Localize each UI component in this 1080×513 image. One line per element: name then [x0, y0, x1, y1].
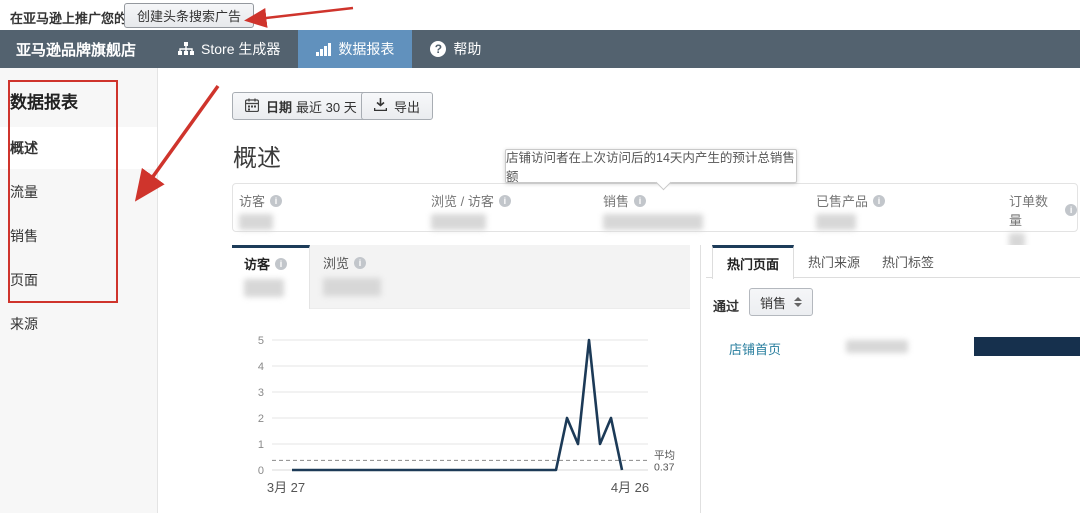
bar-chart-icon	[316, 43, 331, 56]
sales-tooltip: 店铺访问者在上次访问后的14天内产生的预计总销售额	[505, 149, 797, 183]
top-content-panel: 热门页面 热门来源 热门标签 通过 销售 店铺首页	[700, 245, 1080, 513]
info-icon[interactable]: i	[1065, 204, 1077, 216]
visitors-line-chart: 0 1 2 3 4 5 平均0.37 3月 27 4月 26	[232, 318, 692, 510]
top-page-home-link[interactable]: 店铺首页	[729, 339, 781, 358]
export-label: 导出	[394, 97, 420, 116]
sort-arrows-icon	[794, 297, 802, 307]
redacted-value	[323, 278, 381, 296]
main-navbar: 亚马逊品牌旗舰店 Store 生成器 数据报表 ? 帮助	[0, 30, 1080, 68]
metric-views-per-visitor-label: 浏览 / 访客	[431, 191, 494, 210]
metric-visitors-label: 访客	[239, 191, 265, 210]
metric-views-per-visitor: 浏览 / 访客 i	[431, 191, 511, 230]
top-panel-tab-row: 热门页面 热门来源 热门标签	[706, 245, 1080, 278]
date-value: 最近 30 天	[296, 97, 357, 116]
tab-top-sources[interactable]: 热门来源	[794, 245, 874, 278]
export-button[interactable]: 导出	[361, 92, 433, 120]
redacted-value	[603, 214, 703, 230]
create-headline-ad-button[interactable]: 创建头条搜索广告	[124, 3, 254, 28]
date-label: 日期	[266, 97, 292, 116]
top-page-sales-bar	[974, 337, 1080, 356]
sidebar-item-pages[interactable]: 页面	[0, 259, 157, 301]
sort-metric-value: 销售	[760, 293, 786, 312]
nav-item-reports[interactable]: 数据报表	[298, 30, 412, 68]
chart-tab-views-label: 浏览	[323, 253, 349, 272]
info-icon[interactable]: i	[499, 195, 511, 207]
sidebar-item-sources[interactable]: 来源	[0, 303, 157, 345]
tab-top-tags[interactable]: 热门标签	[868, 245, 948, 278]
download-icon	[374, 98, 387, 114]
redacted-value	[239, 214, 273, 230]
chart-tab-strip: 访客 i 浏览 i	[232, 245, 690, 309]
brand-title: 亚马逊品牌旗舰店	[0, 30, 152, 68]
nav-item-store-builder[interactable]: Store 生成器	[160, 30, 298, 68]
svg-text:3月 27: 3月 27	[267, 480, 305, 495]
nav-store-builder-label: Store 生成器	[201, 39, 280, 59]
redacted-value	[846, 340, 908, 353]
metrics-summary-panel: 访客 i 浏览 / 访客 i 销售 i 已售产品 i 订单数量 i	[232, 183, 1078, 232]
info-icon[interactable]: i	[873, 195, 885, 207]
sidebar-item-sales[interactable]: 销售	[0, 215, 157, 257]
help-icon: ?	[430, 41, 446, 57]
metric-sales: 销售 i	[603, 191, 703, 230]
info-icon[interactable]: i	[634, 195, 646, 207]
sidebar-title: 数据报表	[0, 68, 157, 127]
info-icon: i	[354, 257, 366, 269]
metric-orders: 订单数量 i	[1009, 191, 1077, 249]
chart-tab-visitors-label: 访客	[244, 254, 270, 273]
chart-tab-views[interactable]: 浏览 i	[311, 245, 407, 309]
sort-metric-select[interactable]: 销售	[749, 288, 813, 316]
info-icon[interactable]: i	[270, 195, 282, 207]
promo-topbar: 在亚马逊上推广您的店铺 创建头条搜索广告	[0, 0, 1080, 30]
svg-text:4: 4	[258, 361, 264, 373]
tab-top-pages[interactable]: 热门页面	[712, 245, 794, 279]
svg-text:5: 5	[258, 335, 264, 347]
page-title: 概述	[233, 138, 281, 173]
redacted-value	[244, 279, 284, 297]
filter-by-label: 通过	[713, 296, 739, 315]
svg-text:0.37: 0.37	[654, 461, 675, 473]
redacted-value	[431, 214, 486, 230]
nav-help-label: 帮助	[453, 39, 481, 59]
amazon-store-insights-screen: 在亚马逊上推广您的店铺 创建头条搜索广告 亚马逊品牌旗舰店 Store 生成器 …	[0, 0, 1080, 513]
sales-tooltip-text: 店铺访问者在上次访问后的14天内产生的预计总销售额	[506, 147, 796, 185]
metric-orders-label: 订单数量	[1009, 191, 1060, 229]
metric-units-sold: 已售产品 i	[816, 191, 885, 230]
svg-text:2: 2	[258, 413, 264, 425]
metric-units-sold-label: 已售产品	[816, 191, 868, 210]
date-range-button[interactable]: 日期 最近 30 天	[232, 92, 370, 120]
chart-tab-visitors[interactable]: 访客 i	[232, 245, 310, 309]
metric-visitors: 访客 i	[239, 191, 282, 230]
calendar-icon	[245, 98, 259, 115]
svg-text:平均: 平均	[654, 449, 675, 461]
sitemap-icon	[178, 42, 194, 56]
nav-item-help[interactable]: ? 帮助	[412, 30, 499, 68]
svg-text:0: 0	[258, 465, 264, 477]
svg-text:3: 3	[258, 387, 264, 399]
svg-text:1: 1	[258, 439, 264, 451]
metric-sales-label: 销售	[603, 191, 629, 210]
svg-text:4月 26: 4月 26	[611, 480, 649, 495]
nav-reports-label: 数据报表	[338, 39, 394, 59]
sidebar-item-traffic[interactable]: 流量	[0, 171, 157, 213]
info-icon: i	[275, 258, 287, 270]
redacted-value	[816, 214, 856, 230]
sidebar-item-overview[interactable]: 概述	[0, 127, 157, 169]
reports-sidebar: 数据报表 概述 流量 销售 页面 来源	[0, 68, 158, 513]
